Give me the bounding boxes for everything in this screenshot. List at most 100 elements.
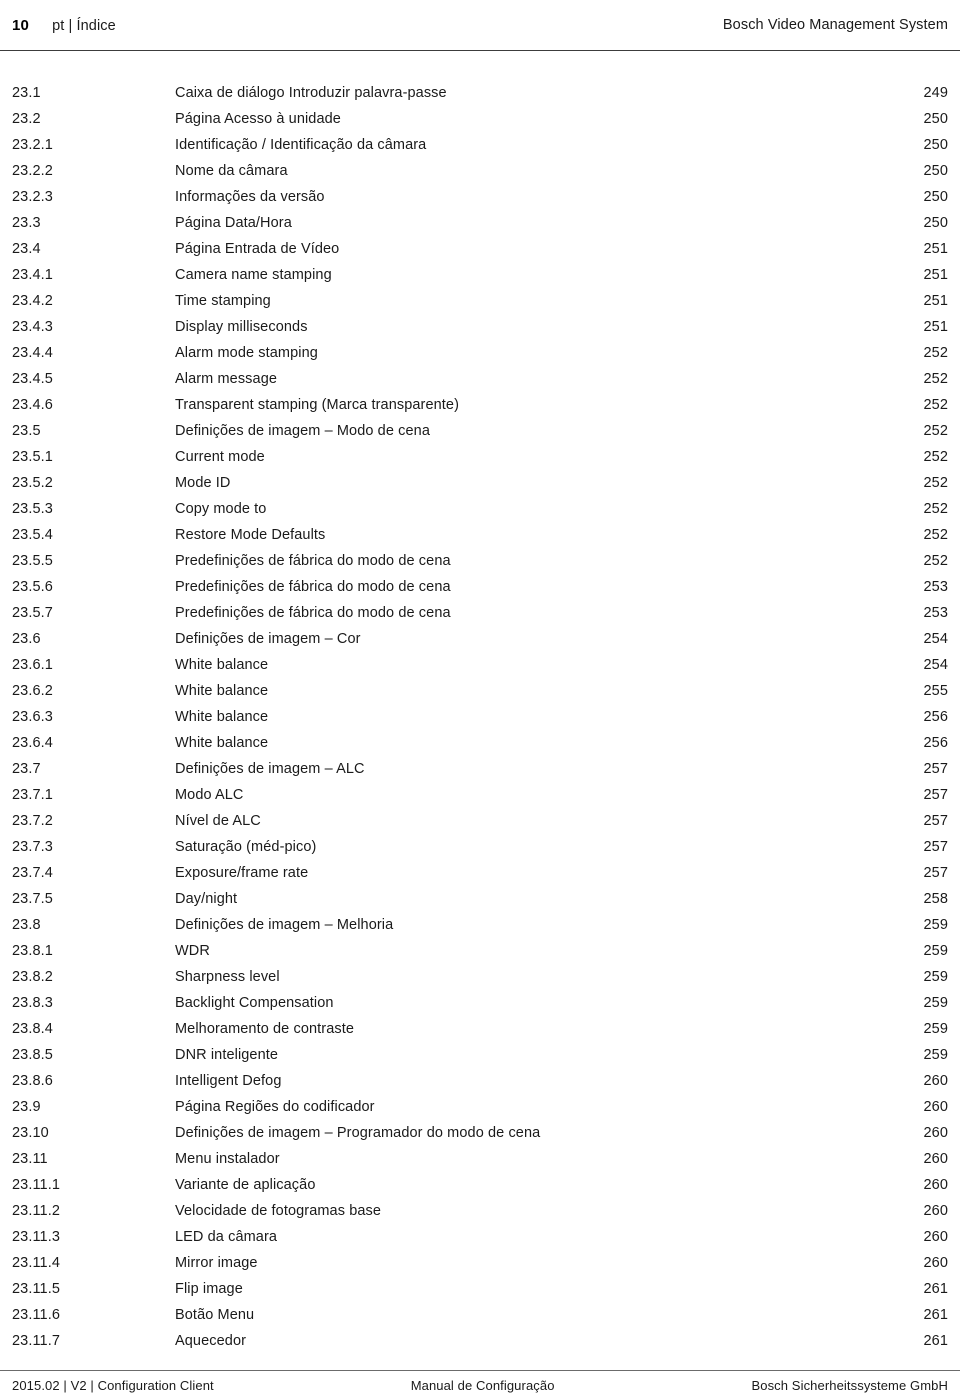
- toc-entry[interactable]: 23.11.7 Aquecedor 261: [0, 1328, 960, 1354]
- toc-entry[interactable]: 23.10 Definições de imagem – Programador …: [0, 1120, 960, 1146]
- toc-entry-page: 259: [923, 969, 948, 985]
- toc-entry-page: 260: [923, 1229, 948, 1245]
- toc-entry-title: Restore Mode Defaults: [175, 527, 326, 543]
- toc-entry[interactable]: 23.6.3 White balance 256: [0, 704, 960, 730]
- toc-entry-title: White balance: [175, 683, 269, 699]
- toc-entry[interactable]: 23.5.5 Predefinições de fábrica do modo d…: [0, 548, 960, 574]
- toc-entry[interactable]: 23.4.1 Camera name stamping 251: [0, 262, 960, 288]
- toc-entry[interactable]: 23.8.5 DNR inteligente 259: [0, 1042, 960, 1068]
- toc-entry[interactable]: 23.8.6 Intelligent Defog 260: [0, 1068, 960, 1094]
- toc-entry[interactable]: 23.6.2 White balance 255: [0, 678, 960, 704]
- toc-entry[interactable]: 23.11.1 Variante de aplicação 260: [0, 1172, 960, 1198]
- header-chapter-label: pt | Índice: [52, 17, 116, 34]
- toc-entry-page: 250: [923, 189, 948, 205]
- toc-entry[interactable]: 23.11.3 LED da câmara 260: [0, 1224, 960, 1250]
- toc-entry-number: 23.2.3: [12, 189, 53, 205]
- toc-entry-number: 23.10: [12, 1125, 49, 1141]
- toc-entry-page: 252: [923, 423, 948, 439]
- toc-entry[interactable]: 23.5.1 Current mode 252: [0, 444, 960, 470]
- toc-entry-page: 259: [923, 1021, 948, 1037]
- toc-entry[interactable]: 23.7.5 Day/night 258: [0, 886, 960, 912]
- toc-entry-number: 23.11: [12, 1151, 48, 1167]
- toc-entry-number: 23.11.5: [12, 1281, 61, 1297]
- footer-company-name: Bosch Sicherheitssysteme GmbH: [751, 1378, 948, 1393]
- toc-entry-title: Alarm message: [175, 371, 278, 387]
- toc-entry[interactable]: 23.11.4 Mirror image 260: [0, 1250, 960, 1276]
- toc-entry-page: 250: [923, 137, 948, 153]
- toc-entry-title: Saturação (méd-pico): [175, 839, 317, 855]
- toc-entry-number: 23.4: [12, 241, 41, 257]
- toc-entry-number: 23.7: [12, 761, 41, 777]
- toc-entry[interactable]: 23.2.3 Informações da versão 250: [0, 184, 960, 210]
- toc-entry[interactable]: 23.11.6 Botão Menu 261: [0, 1302, 960, 1328]
- toc-entry-title: Página Entrada de Vídeo: [175, 241, 340, 257]
- toc-entry[interactable]: 23.5.6 Predefinições de fábrica do modo d…: [0, 574, 960, 600]
- toc-entry-title: Mirror image: [175, 1255, 258, 1271]
- toc-entry[interactable]: 23.1 Caixa de diálogo Introduzir palavra-…: [0, 80, 960, 106]
- toc-entry[interactable]: 23.11.5 Flip image 261: [0, 1276, 960, 1302]
- toc-entry-number: 23.6: [12, 631, 41, 647]
- toc-entry-number: 23.5.6: [12, 579, 53, 595]
- toc-entry-page: 251: [923, 267, 948, 283]
- toc-entry[interactable]: 23.11.2 Velocidade de fotogramas base 260: [0, 1198, 960, 1224]
- toc-entry-page: 253: [923, 605, 948, 621]
- toc-entry-page: 254: [923, 631, 948, 647]
- toc-entry-page: 253: [923, 579, 948, 595]
- toc-entry[interactable]: 23.2 Página Acesso à unidade 250: [0, 106, 960, 132]
- toc-entry-title: White balance: [175, 735, 269, 751]
- document-page: 10 pt | Índice Bosch Video Management Sy…: [0, 0, 960, 1400]
- toc-entry[interactable]: 23.9 Página Regiões do codificador 260: [0, 1094, 960, 1120]
- toc-entry[interactable]: 23.5.4 Restore Mode Defaults 252: [0, 522, 960, 548]
- toc-entry-page: 250: [923, 163, 948, 179]
- toc-entry[interactable]: 23.7.4 Exposure/frame rate 257: [0, 860, 960, 886]
- toc-entry-page: 250: [923, 215, 948, 231]
- toc-entry[interactable]: 23.8 Definições de imagem – Melhoria 259: [0, 912, 960, 938]
- toc-entry-title: Camera name stamping: [175, 267, 332, 283]
- toc-entry-title: Time stamping: [175, 293, 271, 309]
- toc-entry-title: Flip image: [175, 1281, 243, 1297]
- toc-entry-number: 23.7.5: [12, 891, 53, 907]
- toc-entry[interactable]: 23.5.2 Mode ID 252: [0, 470, 960, 496]
- table-of-contents: 23.1 Caixa de diálogo Introduzir palavra-…: [0, 80, 960, 1354]
- toc-entry[interactable]: 23.5 Definições de imagem – Modo de cena 2…: [0, 418, 960, 444]
- toc-entry[interactable]: 23.8.2 Sharpness level 259: [0, 964, 960, 990]
- toc-entry[interactable]: 23.4 Página Entrada de Vídeo 251: [0, 236, 960, 262]
- toc-entry[interactable]: 23.4.2 Time stamping 251: [0, 288, 960, 314]
- toc-entry[interactable]: 23.4.6 Transparent stamping (Marca transp…: [0, 392, 960, 418]
- toc-entry-page: 260: [923, 1203, 948, 1219]
- toc-entry[interactable]: 23.11 Menu instalador 260: [0, 1146, 960, 1172]
- page-footer: 2015.02 | V2 | Configuration Client Manu…: [0, 1370, 960, 1400]
- toc-entry[interactable]: 23.4.3 Display milliseconds 251: [0, 314, 960, 340]
- toc-entry-title: Day/night: [175, 891, 238, 907]
- toc-entry[interactable]: 23.7.2 Nível de ALC 257: [0, 808, 960, 834]
- toc-entry-number: 23.7.3: [12, 839, 53, 855]
- toc-entry[interactable]: 23.4.5 Alarm message 252: [0, 366, 960, 392]
- toc-entry[interactable]: 23.8.1 WDR 259: [0, 938, 960, 964]
- toc-entry-title: Página Acesso à unidade: [175, 111, 341, 127]
- toc-entry[interactable]: 23.5.7 Predefinições de fábrica do modo d…: [0, 600, 960, 626]
- toc-entry-page: 261: [923, 1281, 948, 1297]
- toc-entry[interactable]: 23.6.1 White balance 254: [0, 652, 960, 678]
- toc-entry[interactable]: 23.8.4 Melhoramento de contraste 259: [0, 1016, 960, 1042]
- toc-entry-page: 257: [923, 787, 948, 803]
- toc-entry-page: 259: [923, 1047, 948, 1063]
- toc-entry[interactable]: 23.6 Definições de imagem – Cor 254: [0, 626, 960, 652]
- toc-entry[interactable]: 23.4.4 Alarm mode stamping 252: [0, 340, 960, 366]
- toc-entry-page: 254: [923, 657, 948, 673]
- toc-entry[interactable]: 23.2.2 Nome da câmara 250: [0, 158, 960, 184]
- toc-entry-number: 23.11.7: [12, 1333, 61, 1349]
- toc-entry-number: 23.11.3: [12, 1229, 61, 1245]
- toc-entry[interactable]: 23.6.4 White balance 256: [0, 730, 960, 756]
- toc-entry[interactable]: 23.3 Página Data/Hora 250: [0, 210, 960, 236]
- toc-entry-title: White balance: [175, 657, 269, 673]
- toc-entry-title: Variante de aplicação: [175, 1177, 316, 1193]
- toc-entry[interactable]: 23.7.1 Modo ALC 257: [0, 782, 960, 808]
- toc-entry[interactable]: 23.2.1 Identificação / Identificação da c…: [0, 132, 960, 158]
- toc-entry-page: 259: [923, 917, 948, 933]
- toc-entry[interactable]: 23.7 Definições de imagem – ALC 257: [0, 756, 960, 782]
- toc-entry[interactable]: 23.8.3 Backlight Compensation 259: [0, 990, 960, 1016]
- toc-entry-page: 250: [923, 111, 948, 127]
- toc-entry[interactable]: 23.7.3 Saturação (méd-pico) 257: [0, 834, 960, 860]
- toc-entry-title: Velocidade de fotogramas base: [175, 1203, 382, 1219]
- toc-entry[interactable]: 23.5.3 Copy mode to 252: [0, 496, 960, 522]
